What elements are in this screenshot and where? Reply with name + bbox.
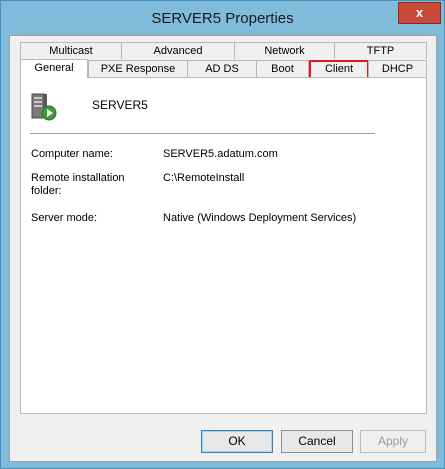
computer-name-label: Computer name: <box>31 148 113 160</box>
window-title: SERVER5 Properties <box>151 10 294 27</box>
apply-button[interactable]: Apply <box>360 430 426 453</box>
remote-installation-folder-value: C:\RemoteInstall <box>163 172 245 184</box>
ok-button[interactable]: OK <box>201 430 273 453</box>
close-icon: x <box>415 5 424 20</box>
server-name: SERVER5 <box>92 98 148 112</box>
tab-network[interactable]: Network <box>234 42 335 59</box>
tab-dhcp[interactable]: DHCP <box>368 60 427 77</box>
server-mode-label: Server mode: <box>31 212 98 224</box>
tab-ad-ds[interactable]: AD DS <box>187 60 257 77</box>
tab-multicast[interactable]: Multicast <box>20 42 122 59</box>
tab-tftp[interactable]: TFTP <box>334 42 427 59</box>
title-bar[interactable]: SERVER5 Properties x <box>1 1 444 35</box>
dialog-body: Multicast Advanced Network TFTP General … <box>9 35 437 462</box>
tab-advanced[interactable]: Advanced <box>121 42 235 59</box>
server-icon <box>31 93 57 121</box>
properties-dialog: SERVER5 Properties x Multicast Advanced … <box>0 0 445 469</box>
remote-installation-folder-label: Remote installation folder: <box>31 172 125 197</box>
tab-general[interactable]: General <box>20 59 88 78</box>
cancel-button[interactable]: Cancel <box>281 430 353 453</box>
close-button[interactable]: x <box>398 2 441 24</box>
tab-pxe-response[interactable]: PXE Response <box>88 60 188 77</box>
separator <box>30 133 375 134</box>
server-mode-value: Native (Windows Deployment Services) <box>163 212 357 224</box>
general-tab-panel <box>20 77 427 414</box>
computer-name-value: SERVER5.adatum.com <box>163 148 278 160</box>
tab-boot[interactable]: Boot <box>256 60 309 77</box>
